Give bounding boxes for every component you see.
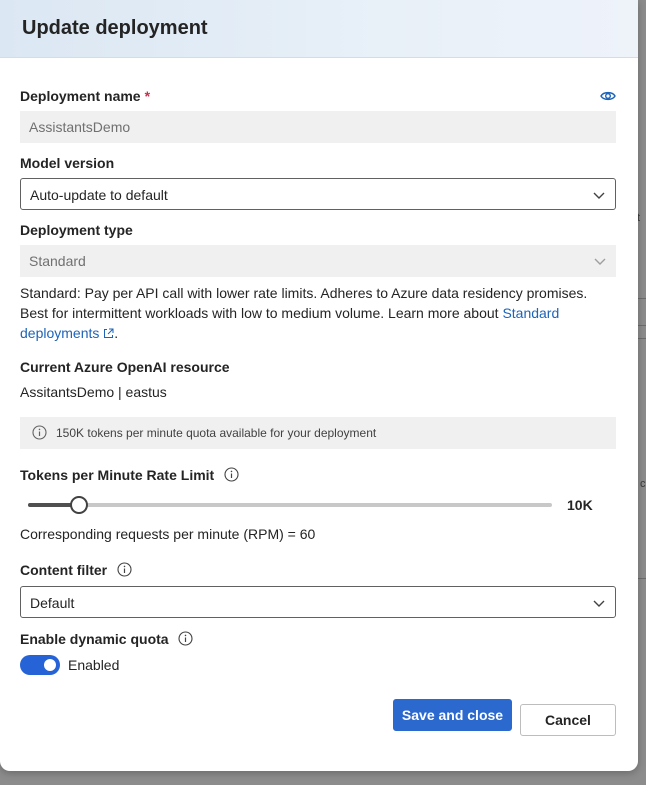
quota-info-bar: 150K tokens per minute quota available f… xyxy=(20,417,616,449)
dialog-title: Update deployment xyxy=(22,17,208,39)
content-filter-label-text: Content filter xyxy=(20,562,108,578)
info-icon[interactable] xyxy=(224,467,239,482)
resource-label: Current Azure OpenAI resource xyxy=(20,359,230,375)
chevron-down-icon xyxy=(594,258,606,265)
info-icon[interactable] xyxy=(117,562,132,577)
model-version-value: Auto-update to default xyxy=(30,187,168,203)
info-icon[interactable] xyxy=(178,631,194,646)
external-link-icon xyxy=(104,328,114,338)
update-deployment-dialog: Update deployment Deployment name * Assis… xyxy=(0,0,638,771)
deployment-name-label: Deployment name * xyxy=(20,88,150,104)
chevron-down-icon xyxy=(593,600,605,607)
eye-icon[interactable] xyxy=(600,89,616,108)
slider-thumb[interactable] xyxy=(70,496,88,514)
save-and-close-button[interactable]: Save and close xyxy=(393,699,512,731)
rpm-text: Corresponding requests per minute (RPM) … xyxy=(20,526,316,542)
description-end: . xyxy=(114,325,119,341)
rate-limit-value: 10K xyxy=(567,497,593,513)
dynamic-quota-label-text: Enable dynamic quota xyxy=(20,631,169,647)
content-filter-dropdown[interactable]: Default xyxy=(20,586,616,618)
deployment-name-input: AssistantsDemo xyxy=(20,111,616,143)
quota-info-text: 150K tokens per minute quota available f… xyxy=(56,426,377,440)
dialog-header: Update deployment xyxy=(0,0,638,58)
model-version-label: Model version xyxy=(20,155,115,171)
content-filter-label: Content filter xyxy=(20,562,132,578)
rate-limit-label-text: Tokens per Minute Rate Limit xyxy=(20,467,215,483)
toggle-knob xyxy=(44,659,56,671)
info-icon xyxy=(32,425,47,440)
dynamic-quota-toggle[interactable] xyxy=(20,655,60,675)
background-glyph: c xyxy=(640,478,646,490)
content-filter-value: Default xyxy=(30,595,75,611)
rate-limit-slider[interactable] xyxy=(28,496,552,514)
required-indicator: * xyxy=(144,88,151,104)
deployment-name-label-text: Deployment name xyxy=(20,88,141,104)
deployment-type-description: Standard: Pay per API call with lower ra… xyxy=(20,283,616,343)
chevron-down-icon xyxy=(593,192,605,199)
cancel-button[interactable]: Cancel xyxy=(520,704,616,736)
model-version-dropdown[interactable]: Auto-update to default xyxy=(20,178,616,210)
deployment-type-dropdown: Standard xyxy=(20,245,616,277)
rate-limit-label: Tokens per Minute Rate Limit xyxy=(20,467,239,483)
deployment-type-value: Standard xyxy=(29,253,86,269)
deployment-type-label: Deployment type xyxy=(20,222,133,238)
dynamic-quota-label: Enable dynamic quota xyxy=(20,631,194,647)
resource-value: AssitantsDemo | eastus xyxy=(20,384,167,400)
dynamic-quota-state: Enabled xyxy=(68,657,120,673)
